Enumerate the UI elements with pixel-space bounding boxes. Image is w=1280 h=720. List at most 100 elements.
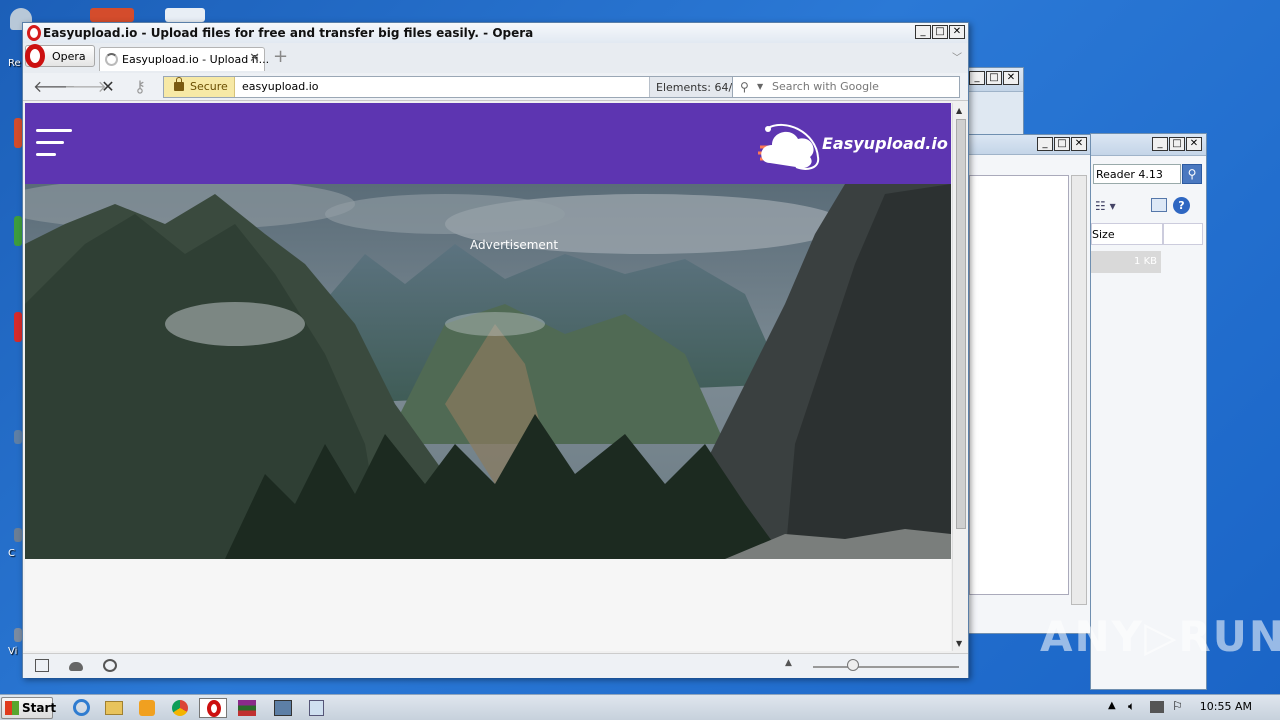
app-icon-red-2 bbox=[14, 118, 22, 148]
desktop-label-vi: Vi bbox=[8, 646, 18, 657]
panel-toggle-icon[interactable] bbox=[35, 659, 49, 672]
tray-expand-icon[interactable]: ▲ bbox=[1108, 700, 1116, 711]
minimize-button[interactable]: _ bbox=[1152, 137, 1168, 151]
close-button[interactable]: ✕ bbox=[1186, 137, 1202, 151]
folder-icon bbox=[105, 701, 123, 715]
opera-menu-button[interactable]: Opera bbox=[25, 44, 95, 68]
network-icon[interactable] bbox=[1150, 701, 1164, 713]
maximize-button[interactable]: □ bbox=[986, 71, 1002, 85]
minimize-button[interactable]: _ bbox=[915, 25, 931, 39]
lock-icon bbox=[174, 77, 184, 91]
background-window-c-controls: _ □ ✕ bbox=[1152, 137, 1202, 151]
tab-easyupload[interactable]: Easyupload.io - Upload fi... ✕ bbox=[99, 47, 269, 71]
taskbar-explorer[interactable] bbox=[100, 698, 128, 718]
start-label: Start bbox=[22, 701, 57, 715]
app-icon-green bbox=[14, 216, 22, 246]
scroll-up-icon[interactable]: ▲ bbox=[956, 106, 962, 115]
background-window-b[interactable]: _ □ ✕ bbox=[960, 134, 1092, 634]
action-center-flag-icon[interactable]: ⚐ bbox=[1172, 699, 1183, 713]
app-icon-folder bbox=[165, 8, 205, 22]
view-options-chevron-icon[interactable]: ▲ bbox=[785, 658, 792, 668]
scroll-down-icon[interactable]: ▼ bbox=[956, 639, 962, 648]
opera-turbo-icon[interactable] bbox=[103, 659, 117, 672]
forward-button[interactable]: 🡒 bbox=[64, 77, 107, 97]
taskbar-chrome[interactable] bbox=[166, 698, 194, 718]
opera-logo-icon bbox=[27, 25, 41, 41]
zoom-slider-track[interactable] bbox=[813, 666, 959, 668]
search-engine-dropdown-icon[interactable]: ▼ bbox=[757, 82, 763, 91]
taskbar-opera[interactable] bbox=[199, 698, 227, 718]
winrar-icon bbox=[238, 700, 256, 716]
file-row-size[interactable]: 1 KB bbox=[1091, 251, 1161, 273]
help-icon[interactable]: ? bbox=[1173, 197, 1190, 214]
opera-unite-cloud-icon[interactable] bbox=[69, 662, 83, 671]
stop-button[interactable]: ✕ bbox=[97, 77, 119, 97]
zoom-slider-thumb[interactable] bbox=[847, 659, 859, 671]
column-header-size[interactable]: Size bbox=[1091, 223, 1163, 245]
security-badge[interactable]: Secure bbox=[164, 77, 235, 97]
search-icon[interactable]: ⚲ bbox=[1182, 164, 1202, 184]
taskbar-app-8[interactable] bbox=[303, 698, 331, 718]
tab-close-icon[interactable]: ✕ bbox=[249, 51, 260, 66]
background-window-b-scrollbar[interactable] bbox=[1071, 175, 1087, 605]
key-icon[interactable]: ⚷ bbox=[129, 77, 151, 97]
taskbar-ie[interactable] bbox=[68, 698, 96, 718]
status-bar: ▲ bbox=[23, 653, 968, 678]
preview-pane-icon[interactable] bbox=[1151, 198, 1167, 212]
app-icon-doc-3 bbox=[14, 628, 22, 642]
close-button[interactable]: ✕ bbox=[1071, 137, 1087, 151]
opera-menu-label: Opera bbox=[52, 50, 86, 63]
window-titlebar[interactable]: Easyupload.io - Upload files for free an… bbox=[23, 23, 968, 43]
address-bar[interactable]: Secure easyupload.io Elements: 64/66 bbox=[163, 76, 760, 98]
taskbar-clock[interactable]: 10:55 AM bbox=[1200, 700, 1252, 713]
document-app-icon bbox=[309, 700, 324, 716]
app-icon-red bbox=[90, 8, 134, 22]
taskbar-media-player[interactable] bbox=[133, 698, 161, 718]
chrome-icon bbox=[172, 700, 188, 716]
security-label: Secure bbox=[190, 80, 228, 93]
system-tray: ▲ 🔈︎ ⚐ 10:55 AM bbox=[1100, 695, 1280, 720]
taskbar-winrar[interactable] bbox=[233, 698, 261, 718]
site-logo[interactable]: Easyupload.io bbox=[756, 117, 948, 173]
minimize-button[interactable]: _ bbox=[969, 71, 985, 85]
search-icon: ⚲ bbox=[740, 80, 749, 94]
maximize-button[interactable]: □ bbox=[1054, 137, 1070, 151]
maximize-button[interactable]: □ bbox=[1169, 137, 1185, 151]
close-button[interactable]: ✕ bbox=[1003, 71, 1019, 85]
page-viewport[interactable]: Easyupload.io Advertisement bbox=[25, 103, 951, 651]
brand-name: Easyupload.io bbox=[822, 134, 948, 153]
background-window-b-controls: _ □ ✕ bbox=[1037, 137, 1087, 151]
cloud-logo-icon bbox=[758, 124, 820, 170]
close-button[interactable]: ✕ bbox=[949, 25, 965, 39]
background-window-c[interactable]: _ □ ✕ Reader 4.13 ⚲ ☷ ▾ ? Size 1 KB bbox=[1090, 133, 1207, 690]
search-placeholder: Search with Google bbox=[772, 80, 879, 93]
background-window-b-content bbox=[969, 175, 1069, 595]
desktop-label-recycle: Re bbox=[8, 58, 21, 69]
internet-explorer-icon bbox=[73, 699, 90, 716]
url-text[interactable]: easyupload.io bbox=[242, 80, 319, 93]
minimize-button[interactable]: _ bbox=[1037, 137, 1053, 151]
anyrun-watermark: ANY▷RUN bbox=[1040, 612, 1280, 661]
back-button[interactable]: 🡐 bbox=[33, 77, 76, 97]
taskbar-app-7[interactable] bbox=[269, 698, 297, 718]
opera-browser-window[interactable]: Easyupload.io - Upload files for free an… bbox=[22, 22, 969, 678]
view-options-icon[interactable]: ☷ ▾ bbox=[1095, 199, 1116, 213]
window-title: Easyupload.io - Upload files for free an… bbox=[43, 26, 534, 40]
background-window-a-controls: _ □ ✕ bbox=[969, 71, 1019, 85]
search-box[interactable]: ⚲ ▼ Search with Google bbox=[732, 76, 960, 98]
maximize-button[interactable]: □ bbox=[932, 25, 948, 39]
navigation-bar: 🡐 🡒 ✕ ⚷ Secure easyupload.io Elements: 6… bbox=[23, 73, 968, 101]
new-tab-button[interactable]: + bbox=[273, 48, 288, 66]
start-button[interactable]: Start bbox=[1, 697, 57, 719]
network-app-icon bbox=[274, 700, 292, 716]
taskbar: Start ▲ 🔈︎ ⚐ 10:55 AM bbox=[0, 694, 1280, 720]
page-scrollbar[interactable]: ▲ ▼ bbox=[952, 103, 968, 651]
column-header-extra[interactable] bbox=[1163, 223, 1203, 245]
reader-search-field[interactable]: Reader 4.13 bbox=[1093, 164, 1181, 184]
scrollbar-thumb[interactable] bbox=[956, 119, 966, 529]
app-icon-red-3 bbox=[14, 312, 22, 342]
hamburger-menu-icon[interactable] bbox=[36, 129, 74, 159]
volume-icon[interactable]: 🔈︎ bbox=[1128, 699, 1135, 714]
tab-menu-chevron-icon[interactable]: ﹀ bbox=[952, 49, 962, 64]
loading-spinner-icon bbox=[105, 53, 118, 66]
